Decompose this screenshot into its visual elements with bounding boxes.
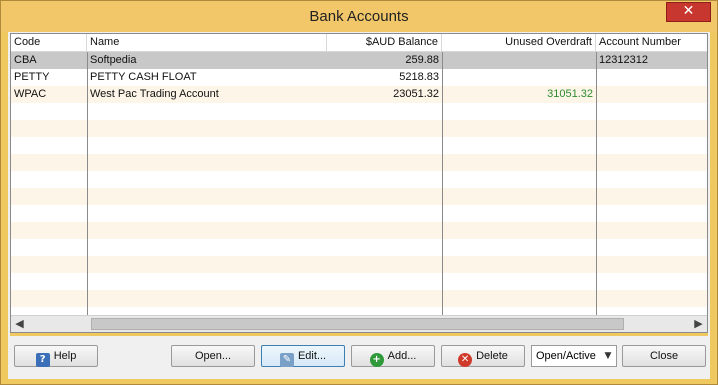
column-header-name[interactable]: Name: [87, 34, 327, 52]
empty-row: [11, 171, 707, 188]
empty-row: [11, 154, 707, 171]
empty-row: [11, 222, 707, 239]
empty-row: [11, 120, 707, 137]
column-header-code[interactable]: Code: [11, 34, 87, 52]
cell-balance: 5218.83: [399, 71, 439, 83]
add-button[interactable]: + Add...: [351, 345, 435, 367]
column-header-overdraft[interactable]: Unused Overdraft: [442, 34, 596, 52]
cell-account-number: [596, 86, 707, 103]
window-title: Bank Accounts: [309, 8, 409, 25]
divider-bar: [10, 333, 708, 336]
chevron-down-icon[interactable]: ▼: [600, 346, 616, 366]
empty-row: [11, 290, 707, 307]
empty-row: [11, 256, 707, 273]
cell-name: PETTY CASH FLOAT: [90, 71, 197, 83]
cell-account-number: [596, 69, 707, 86]
column-header-account-number[interactable]: Account Number: [596, 34, 707, 52]
status-filter-select[interactable]: Open/Active ▼: [531, 345, 617, 367]
grid-header: Code Name $AUD Balance Unused Overdraft …: [11, 34, 707, 52]
cell-balance: 23051.32: [393, 88, 439, 100]
delete-button[interactable]: ✕ Delete: [441, 345, 525, 367]
window-close-button[interactable]: ✕: [666, 2, 711, 22]
cell-overdraft: [442, 52, 596, 69]
cell-account-number: 12312312: [599, 54, 648, 66]
horizontal-scrollbar[interactable]: ◀ ▶: [11, 315, 707, 332]
cell-name: West Pac Trading Account: [90, 88, 219, 100]
cell-balance: 259.88: [405, 54, 439, 66]
scrollbar-thumb[interactable]: [91, 318, 624, 330]
help-button[interactable]: ? Help: [14, 345, 98, 367]
edit-icon: ✎: [279, 353, 294, 367]
open-label: Open...: [194, 350, 232, 362]
table-row[interactable]: PETTY PETTY CASH FLOAT 5218.83: [11, 69, 707, 86]
edit-label: Edit...: [297, 350, 327, 362]
add-label: Add...: [387, 350, 417, 362]
column-header-balance[interactable]: $AUD Balance: [327, 34, 442, 52]
edit-button[interactable]: ✎ Edit...: [261, 345, 345, 367]
empty-row: [11, 103, 707, 120]
scroll-right-icon[interactable]: ▶: [690, 316, 707, 332]
cell-code: WPAC: [14, 88, 47, 100]
close-button[interactable]: Close: [622, 345, 706, 367]
column-divider: [87, 52, 88, 316]
add-icon: +: [369, 353, 384, 367]
empty-row: [11, 205, 707, 222]
help-icon: ?: [35, 353, 50, 367]
help-label: Help: [53, 350, 77, 362]
scroll-left-icon[interactable]: ◀: [11, 316, 28, 332]
client-area: Code Name $AUD Balance Unused Overdraft …: [8, 32, 710, 379]
cell-overdraft: [442, 69, 596, 86]
empty-row: [11, 273, 707, 290]
close-label: Close: [649, 350, 679, 362]
cell-code: PETTY: [14, 71, 50, 83]
empty-row: [11, 137, 707, 154]
delete-icon: ✕: [458, 353, 473, 367]
table-row[interactable]: WPAC West Pac Trading Account 23051.32 3…: [11, 86, 707, 103]
cell-name: Softpedia: [90, 54, 137, 66]
empty-row: [11, 239, 707, 256]
accounts-grid[interactable]: Code Name $AUD Balance Unused Overdraft …: [10, 33, 708, 333]
column-divider: [442, 52, 443, 316]
status-filter-value: Open/Active: [536, 350, 596, 362]
empty-row: [11, 188, 707, 205]
title-bar: Bank Accounts ✕: [1, 1, 717, 32]
cell-code: CBA: [14, 54, 37, 66]
bank-accounts-window: Bank Accounts ✕ Code Name $AUD Balance U…: [0, 0, 718, 385]
delete-label: Delete: [476, 350, 508, 362]
cell-overdraft: 31051.32: [547, 88, 593, 100]
open-button[interactable]: Open...: [171, 345, 255, 367]
column-divider: [596, 52, 597, 316]
table-row[interactable]: CBA Softpedia 259.88 12312312: [11, 52, 707, 69]
